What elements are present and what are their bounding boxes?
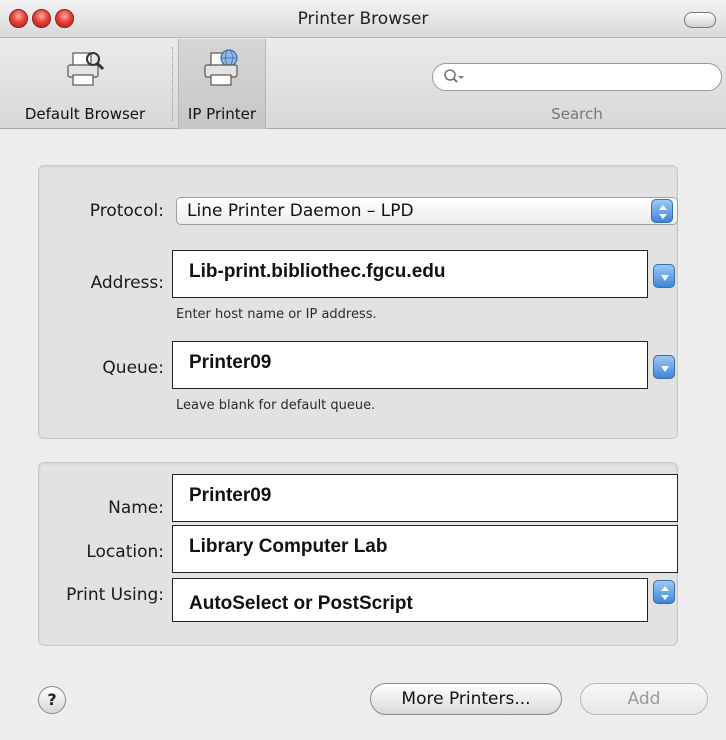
queue-field[interactable]: Printer09 bbox=[172, 341, 648, 389]
queue-label: Queue: bbox=[102, 358, 164, 378]
print-using-popup[interactable]: AutoSelect or PostScript bbox=[172, 578, 648, 622]
search-label: Search bbox=[551, 105, 603, 123]
name-field[interactable]: Printer09 bbox=[172, 474, 678, 522]
ip-printer-icon bbox=[204, 49, 238, 86]
ip-printer-label: IP Printer bbox=[187, 105, 257, 123]
search-icon bbox=[444, 69, 464, 83]
toolbar: Default Browser IP Printer Search bbox=[0, 39, 726, 129]
up-down-arrows-icon bbox=[661, 586, 669, 600]
print-using-stepper[interactable] bbox=[653, 580, 675, 604]
protocol-value: Line Printer Daemon – LPD bbox=[187, 201, 414, 221]
queue-dropdown-button[interactable] bbox=[653, 355, 675, 379]
address-field[interactable]: Lib-print.bibliothec.fgcu.edu bbox=[172, 250, 648, 298]
search-input[interactable] bbox=[469, 67, 709, 87]
location-field[interactable]: Library Computer Lab bbox=[172, 525, 678, 573]
printer-search-icon bbox=[67, 52, 105, 86]
name-label: Name: bbox=[108, 498, 164, 518]
window-title: Printer Browser bbox=[297, 9, 429, 29]
address-hint: Enter host name or IP address. bbox=[176, 307, 377, 322]
location-label: Location: bbox=[86, 542, 164, 562]
address-dropdown-button[interactable] bbox=[653, 264, 675, 288]
search-field[interactable] bbox=[432, 63, 722, 91]
default-browser-label: Default Browser bbox=[24, 105, 146, 123]
toolbar-toggle-button[interactable] bbox=[684, 12, 716, 28]
queue-hint: Leave blank for default queue. bbox=[176, 398, 376, 413]
up-down-arrows-icon bbox=[659, 205, 667, 219]
protocol-popup[interactable]: Line Printer Daemon – LPD bbox=[176, 197, 678, 225]
ip-printer-tab[interactable]: IP Printer bbox=[178, 39, 266, 129]
protocol-label: Protocol: bbox=[89, 201, 164, 221]
chevron-down-icon bbox=[661, 275, 669, 281]
address-label: Address: bbox=[90, 273, 164, 293]
default-browser-tab[interactable]: Default Browser bbox=[0, 39, 170, 129]
toolbar-divider bbox=[172, 47, 173, 121]
chevron-down-icon bbox=[661, 366, 669, 372]
printer-browser-window: Printer Browser Default Browser IP Print… bbox=[0, 0, 726, 740]
add-button[interactable]: Add bbox=[580, 683, 708, 715]
title-bar[interactable]: Printer Browser bbox=[0, 0, 726, 38]
help-button[interactable]: ? bbox=[38, 686, 66, 714]
more-printers-button[interactable]: More Printers... bbox=[370, 683, 562, 715]
protocol-stepper[interactable] bbox=[651, 199, 673, 223]
print-using-label: Print Using: bbox=[66, 585, 164, 605]
